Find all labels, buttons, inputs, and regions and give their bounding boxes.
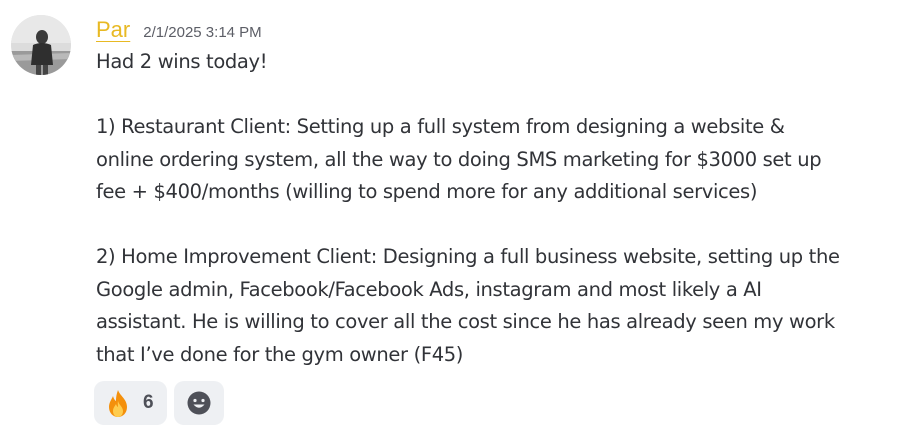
add-reaction-button[interactable]: [174, 381, 224, 425]
avatar[interactable]: [11, 15, 71, 75]
message-line: assistant. He is willing to cover all th…: [96, 310, 835, 333]
reaction-count: 6: [143, 392, 154, 413]
username[interactable]: Par: [96, 14, 130, 46]
timestamp[interactable]: 2/1/2025 3:14 PM: [143, 17, 261, 49]
fire-reaction-button[interactable]: 6: [94, 381, 167, 425]
add-reaction-icon: [187, 391, 211, 415]
message-line: 2) Home Improvement Client: Designing a …: [96, 245, 840, 268]
message-header: Par 2/1/2025 3:14 PM: [96, 14, 262, 46]
message-line: online ordering system, all the way to d…: [96, 147, 822, 171]
reactions-bar: 6: [94, 381, 224, 425]
message-line: Google admin, Facebook/Facebook Ads, ins…: [96, 277, 762, 301]
chat-message: Par 2/1/2025 3:14 PM Had 2 wins today! 1…: [0, 0, 900, 435]
fire-emoji-icon: [109, 390, 127, 417]
message-line: 1) Restaurant Client: Setting up a full …: [96, 115, 785, 138]
message-line: Had 2 wins today!: [96, 50, 268, 73]
message-line: that I’ve done for the gym owner (F45): [96, 342, 464, 366]
message-line: fee + $400/months (willing to spend more…: [96, 180, 758, 203]
message-content: Had 2 wins today! 1) Restaurant Client: …: [96, 46, 896, 371]
user-avatar-photo: [11, 15, 71, 75]
